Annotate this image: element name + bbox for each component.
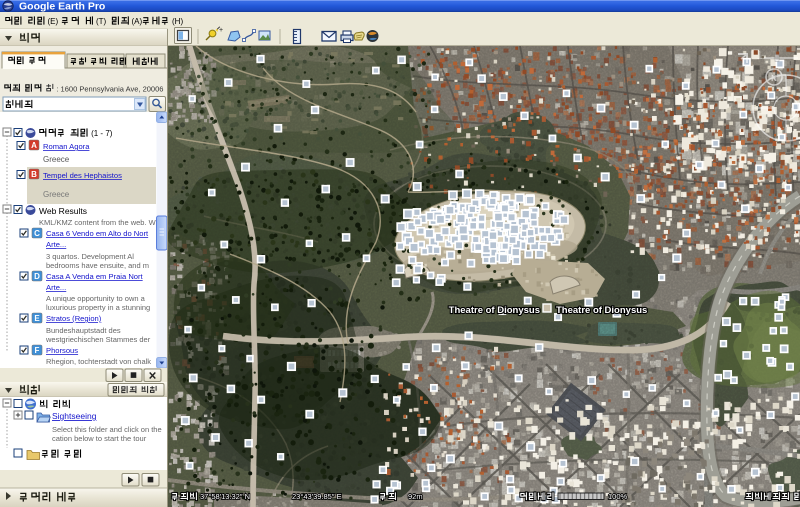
svg-text:luxurious property in a stunni: luxurious property in a stunning	[46, 303, 150, 312]
svg-text:Sightseeing: Sightseeing	[52, 411, 97, 421]
svg-text:A unique opportunity to own a: A unique opportunity to own a	[46, 294, 146, 303]
svg-text:westgriechischen Stammes der: westgriechischen Stammes der	[45, 335, 151, 344]
svg-text:(E): (E)	[48, 17, 59, 26]
svg-text:Google Earth Pro: Google Earth Pro	[19, 1, 105, 13]
svg-text:F: F	[35, 346, 40, 355]
svg-text:Arte...: Arte...	[46, 240, 66, 249]
svg-text:Greece: Greece	[43, 155, 70, 164]
svg-text:Casa 6 Vendo em Alto do Nort: Casa 6 Vendo em Alto do Nort	[46, 229, 149, 238]
svg-text:D: D	[34, 272, 40, 281]
svg-text:A: A	[31, 141, 37, 150]
svg-text:KML/KMZ content from the web.: KML/KMZ content from the web. W	[39, 218, 157, 227]
svg-text:cation below to start the tour: cation below to start the tour	[52, 434, 147, 443]
svg-text:Bundeshauptstadt des: Bundeshauptstadt des	[46, 326, 121, 335]
svg-text:E: E	[34, 314, 40, 323]
svg-text:Rhegion, tochterstadt von chal: Rhegion, tochterstadt von chalk	[46, 357, 151, 366]
svg-text:Arte...: Arte...	[46, 283, 66, 292]
svg-text:Web Results: Web Results	[39, 206, 87, 216]
svg-text:(1 - 7): (1 - 7)	[91, 129, 113, 138]
svg-text:bedrooms have ensuite, and m: bedrooms have ensuite, and m	[46, 261, 149, 270]
svg-text:B: B	[31, 170, 37, 179]
svg-text:3 quartos. Development Al: 3 quartos. Development Al	[46, 252, 134, 261]
svg-text:Stratos (Region): Stratos (Region)	[46, 314, 102, 323]
svg-text:Select this folder and click o: Select this folder and click on the	[52, 425, 162, 434]
svg-text:Greece: Greece	[43, 190, 70, 199]
svg-text:(A): (A)	[132, 17, 143, 26]
svg-text:(H): (H)	[172, 17, 183, 26]
svg-text:Phorsous: Phorsous	[46, 346, 78, 355]
svg-text:Casa A Venda em Praia Nort: Casa A Venda em Praia Nort	[46, 272, 144, 281]
svg-text:C: C	[34, 229, 40, 238]
svg-text:Tempel des Hephaistos: Tempel des Hephaistos	[43, 171, 122, 180]
svg-text:+: +	[219, 27, 223, 34]
svg-text:Roman Agora: Roman Agora	[43, 142, 90, 151]
svg-text:: 1600 Pennsylvania Ave, 20006: : 1600 Pennsylvania Ave, 20006	[56, 85, 163, 94]
svg-text:(T): (T)	[96, 17, 107, 26]
